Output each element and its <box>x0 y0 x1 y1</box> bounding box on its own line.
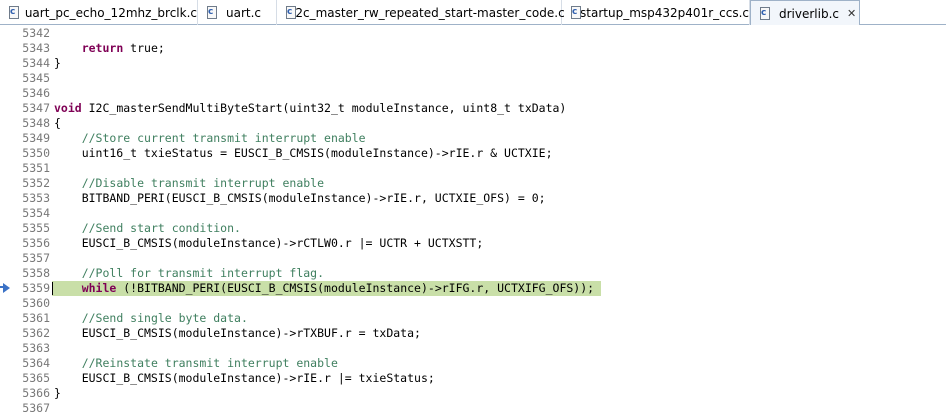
code-keyword: return <box>81 41 124 55</box>
text-caret <box>52 282 53 295</box>
code-text: //Send single byte data. <box>54 311 248 326</box>
line-number: 5349 <box>22 131 50 145</box>
code-line: 5350 uint16_t txieStatus = EUSCI_B_CMSIS… <box>0 146 946 161</box>
tab-label: startup_msp432p401r_ccs.c <box>580 5 749 20</box>
c-file-icon: c <box>8 5 19 20</box>
line-number: 5364 <box>22 356 50 370</box>
code-line: 5353 BITBAND_PERI(EUSCI_B_CMSIS(moduleIn… <box>0 191 946 206</box>
code-line: 5342 <box>0 26 946 41</box>
tab-label: uart_pc_echo_12mhz_brclk.c <box>24 5 197 20</box>
c-file-icon: c <box>759 6 772 21</box>
tab-uart-pc-echo[interactable]: c uart_pc_echo_12mhz_brclk.c <box>0 0 198 25</box>
code-line: 5361 //Send single byte data. <box>0 311 946 326</box>
line-number: 5355 <box>22 221 50 235</box>
code-text: //Reinstate transmit interrupt enable <box>54 356 338 371</box>
line-number: 5351 <box>22 161 50 175</box>
close-tab-icon[interactable]: ✕ <box>847 7 856 20</box>
c-file-icon: c <box>570 5 581 20</box>
line-number: 5363 <box>22 341 50 355</box>
line-number: 5353 <box>22 191 50 205</box>
code-line: 5354 <box>0 206 946 221</box>
line-number: 5348 <box>22 116 50 130</box>
code-text: void I2C_masterSendMultiByteStart(uint32… <box>54 101 567 115</box>
code-editor[interactable]: 5342 5343 return true; 5344} 5345 5346 5347 vo… <box>0 25 946 415</box>
line-number: 5362 <box>22 326 50 340</box>
tab-label: driverlib.c <box>779 6 839 21</box>
code-text: EUSCI_B_CMSIS(moduleInstance)->rCTLW0.r … <box>54 236 484 250</box>
code-text: } <box>54 386 61 400</box>
code-text: uint16_t txieStatus = EUSCI_B_CMSIS(modu… <box>54 146 553 160</box>
code-line: 5362 EUSCI_B_CMSIS(moduleInstance)->rTXB… <box>0 326 946 341</box>
code-text: return true; <box>81 41 165 55</box>
line-number: 5357 <box>22 251 50 265</box>
code-text: EUSCI_B_CMSIS(moduleInstance)->rTXBUF.r … <box>54 326 421 340</box>
line-number: 5345 <box>22 71 50 85</box>
code-line: 5346 <box>0 86 946 101</box>
line-number: 5360 <box>22 296 50 310</box>
code-line: 5345 <box>0 71 946 86</box>
code-text: //Poll for transmit interrupt flag. <box>54 266 324 281</box>
code-line: 5364 //Reinstate transmit interrupt enab… <box>0 356 946 371</box>
code-comment: //Store current transmit interrupt enabl… <box>81 131 366 145</box>
code-line: 5357 <box>0 251 946 266</box>
code-keyword: void <box>54 101 82 115</box>
c-file-icon: c <box>206 5 219 20</box>
line-number: 5358 <box>22 266 50 280</box>
code-text: //Send start condition. <box>54 221 241 236</box>
line-number: 5347 <box>22 101 50 115</box>
line-number: 5366 <box>22 386 50 400</box>
line-number: 5365 <box>22 371 50 385</box>
tab-label: uart.c <box>226 5 262 20</box>
code-line: 5365 EUSCI_B_CMSIS(moduleInstance)->rIE.… <box>0 371 946 386</box>
code-text: EUSCI_B_CMSIS(moduleInstance)->rIE.r |= … <box>54 371 435 385</box>
code-comment: //Send start condition. <box>81 221 241 235</box>
line-number: 5354 <box>22 206 50 220</box>
code-line: 5351 <box>0 161 946 176</box>
tab-driverlib-c[interactable]: c driverlib.c ✕ <box>750 0 860 26</box>
line-number: 5342 <box>22 26 50 40</box>
code-line: 5366} <box>0 386 946 401</box>
tab-startup-msp432[interactable]: c startup_msp432p401r_ccs.c <box>562 0 750 25</box>
line-number: 5359 <box>22 281 50 295</box>
code-comment: //Reinstate transmit interrupt enable <box>81 356 338 370</box>
code-line: 5358 //Poll for transmit interrupt flag. <box>0 266 946 281</box>
code-comment: //Disable transmit interrupt enable <box>81 176 325 190</box>
code-text: } <box>54 56 61 70</box>
code-line: 5359 while (!BITBAND_PERI(EUSCI_B_CMSIS(… <box>0 281 946 296</box>
code-keyword: while <box>81 281 117 295</box>
tab-uart-c[interactable]: c uart.c <box>198 0 277 25</box>
line-number: 5361 <box>22 311 50 325</box>
line-number: 5344 <box>22 56 50 70</box>
line-number: 5350 <box>22 146 50 160</box>
code-line: 5349 //Store current transmit interrupt … <box>0 131 946 146</box>
line-number: 5343 <box>22 41 50 55</box>
editor-tab-bar: c uart_pc_echo_12mhz_brclk.c c uart.c c … <box>0 0 946 26</box>
code-line: 5348 { <box>0 116 946 131</box>
code-text: //Disable transmit interrupt enable <box>54 176 324 191</box>
code-text: { <box>54 116 61 130</box>
code-line: 5352 //Disable transmit interrupt enable <box>0 176 946 191</box>
line-number: 5352 <box>22 176 50 190</box>
line-number: 5356 <box>22 236 50 250</box>
tab-label: i2c_master_rw_repeated_start-master_code… <box>292 5 565 20</box>
code-text: while (!BITBAND_PERI(EUSCI_B_CMSIS(modul… <box>81 281 595 295</box>
code-text: //Store current transmit interrupt enabl… <box>54 131 366 146</box>
code-comment: //Send single byte data. <box>81 311 248 325</box>
code-line: 5363 <box>0 341 946 356</box>
line-number: 5367 <box>22 401 50 415</box>
tab-i2c-master-rw[interactable]: c i2c_master_rw_repeated_start-master_co… <box>277 0 565 25</box>
code-line: 5355 //Send start condition. <box>0 221 946 236</box>
code-line: 5367 <box>0 401 946 416</box>
code-line: 5360 <box>0 296 946 311</box>
line-number: 5346 <box>22 86 50 100</box>
code-line: 5356 EUSCI_B_CMSIS(moduleInstance)->rCTL… <box>0 236 946 251</box>
code-line: 5347 void I2C_masterSendMultiByteStart(ui… <box>0 101 946 116</box>
code-text: BITBAND_PERI(EUSCI_B_CMSIS(moduleInstanc… <box>54 191 546 205</box>
code-line: 5343 return true; <box>0 41 946 56</box>
code-line: 5344} <box>0 56 946 71</box>
code-comment: //Poll for transmit interrupt flag. <box>81 266 325 280</box>
